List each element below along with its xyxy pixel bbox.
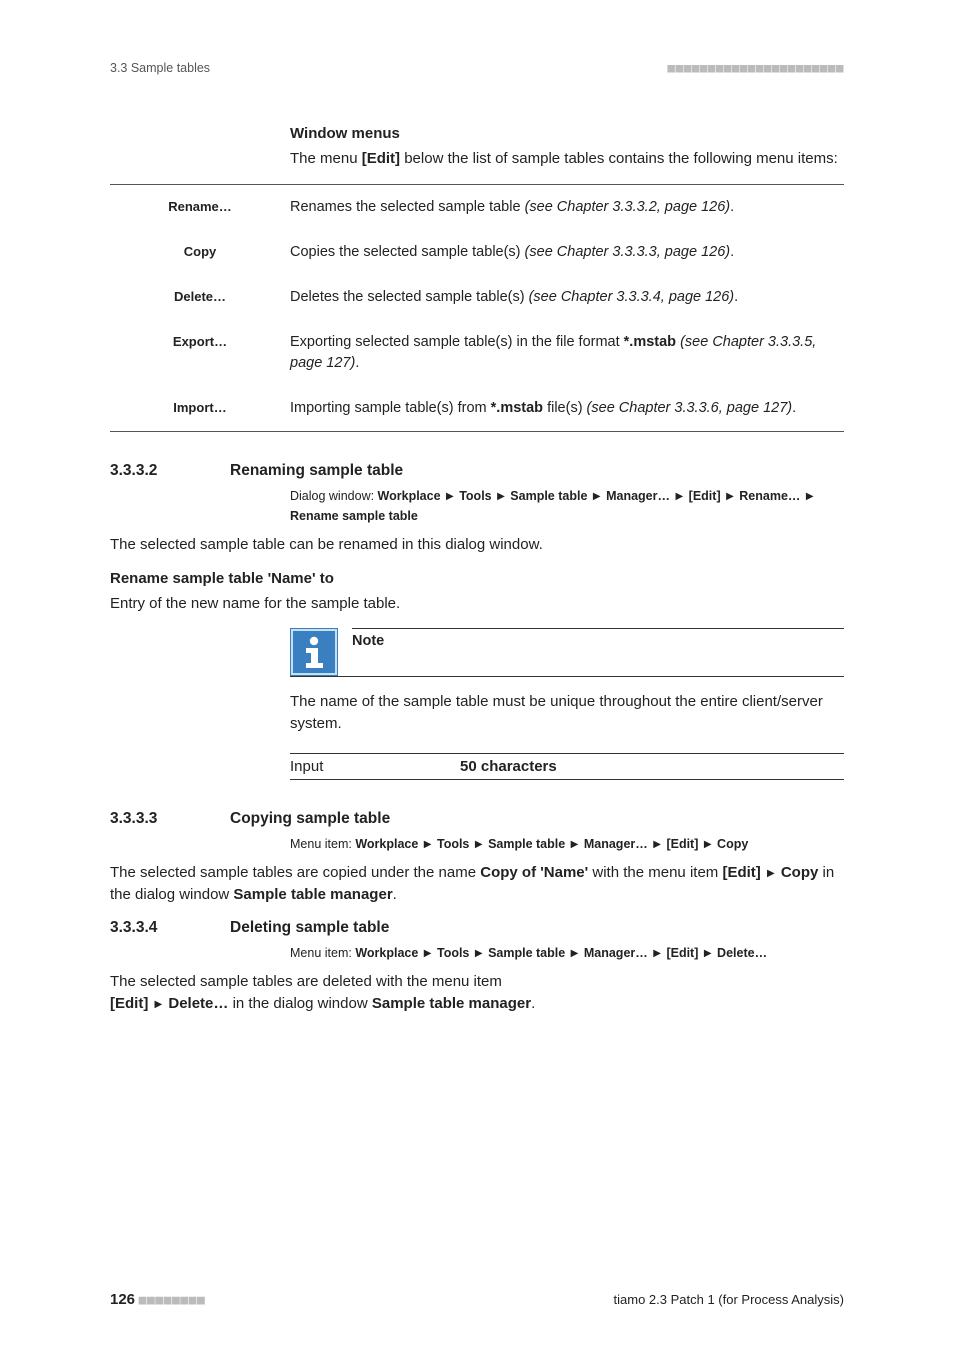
info-icon: [290, 628, 338, 676]
window-menus-heading: Window menus: [290, 125, 844, 142]
note-body: The name of the sample table must be uni…: [290, 691, 844, 735]
menu-desc: Exporting selected sample table(s) in th…: [290, 332, 844, 374]
note-block: Note The name of the sample table must b…: [290, 628, 844, 735]
menu-desc: Renames the selected sample table (see C…: [290, 197, 844, 218]
heading-3332: 3.3.3.2 Renaming sample table: [110, 462, 844, 480]
note-title: Note: [352, 628, 844, 676]
input-spec-key: Input: [290, 758, 460, 775]
field-desc-rename-to: Entry of the new name for the sample tab…: [110, 593, 844, 615]
triangle-icon: ▶: [569, 948, 581, 959]
menu-row-delete: Delete… Deletes the selected sample tabl…: [110, 275, 844, 320]
page-footer: 126 ■■■■■■■■ tiamo 2.3 Patch 1 (for Proc…: [110, 1291, 844, 1308]
triangle-icon: ▶: [153, 999, 165, 1010]
triangle-icon: ▶: [473, 948, 485, 959]
triangle-icon: ▶: [702, 839, 714, 850]
heading-title: Deleting sample table: [230, 919, 389, 937]
triangle-icon: ▶: [702, 948, 714, 959]
triangle-icon: ▶: [673, 491, 685, 502]
menu-desc: Deletes the selected sample table(s) (se…: [290, 287, 844, 308]
footer-left: 126 ■■■■■■■■: [110, 1291, 205, 1308]
heading-number: 3.3.3.2: [110, 462, 190, 480]
edit-menu-table: Rename… Renames the selected sample tabl…: [110, 184, 844, 432]
dialog-breadcrumb-3332: Dialog window: Workplace ▶ Tools ▶ Sampl…: [290, 486, 844, 526]
menu-row-import: Import… Importing sample table(s) from *…: [110, 386, 844, 431]
menu-desc: Copies the selected sample table(s) (see…: [290, 242, 844, 263]
menu-label: Copy: [110, 242, 290, 263]
field-label-rename-to: Rename sample table 'Name' to: [110, 570, 844, 587]
triangle-icon: ▶: [422, 948, 434, 959]
menu-row-copy: Copy Copies the selected sample table(s)…: [110, 230, 844, 275]
menu-label: Export…: [110, 332, 290, 374]
triangle-icon: ▶: [569, 839, 581, 850]
header-left: 3.3 Sample tables: [110, 61, 210, 75]
window-menus-intro: The menu [Edit] below the list of sample…: [290, 148, 844, 170]
body-3333: The selected sample tables are copied un…: [110, 862, 844, 906]
triangle-icon: ▶: [724, 491, 736, 502]
page-number: 126: [110, 1291, 135, 1308]
triangle-icon: ▶: [651, 839, 663, 850]
body-3334: The selected sample tables are deleted w…: [110, 971, 844, 1015]
triangle-icon: ▶: [804, 491, 816, 502]
heading-3333: 3.3.3.3 Copying sample table: [110, 810, 844, 828]
body-3332: The selected sample table can be renamed…: [110, 534, 844, 556]
heading-3334: 3.3.3.4 Deleting sample table: [110, 919, 844, 937]
running-header: 3.3 Sample tables ■■■■■■■■■■■■■■■■■■■■■■: [110, 60, 844, 75]
menu-label: Import…: [110, 398, 290, 419]
menu-label: Delete…: [110, 287, 290, 308]
header-ornament: ■■■■■■■■■■■■■■■■■■■■■■: [667, 60, 844, 75]
heading-number: 3.3.3.3: [110, 810, 190, 828]
triangle-icon: ▶: [651, 948, 663, 959]
heading-title: Renaming sample table: [230, 462, 403, 480]
triangle-icon: ▶: [495, 491, 507, 502]
input-spec-value: 50 characters: [460, 758, 557, 775]
triangle-icon: ▶: [765, 868, 777, 879]
footer-product: tiamo 2.3 Patch 1 (for Process Analysis): [614, 1292, 844, 1307]
footer-ornament: ■■■■■■■■: [139, 1293, 206, 1308]
triangle-icon: ▶: [591, 491, 603, 502]
triangle-icon: ▶: [473, 839, 485, 850]
menu-breadcrumb-3334: Menu item: Workplace ▶ Tools ▶ Sample ta…: [290, 943, 844, 963]
menu-breadcrumb-3333: Menu item: Workplace ▶ Tools ▶ Sample ta…: [290, 834, 844, 854]
heading-number: 3.3.3.4: [110, 919, 190, 937]
menu-row-export: Export… Exporting selected sample table(…: [110, 320, 844, 386]
input-spec-row: Input 50 characters: [290, 753, 844, 780]
triangle-icon: ▶: [422, 839, 434, 850]
triangle-icon: ▶: [444, 491, 456, 502]
heading-title: Copying sample table: [230, 810, 390, 828]
menu-label: Rename…: [110, 197, 290, 218]
menu-row-rename: Rename… Renames the selected sample tabl…: [110, 185, 844, 230]
menu-desc: Importing sample table(s) from *.mstab f…: [290, 398, 844, 419]
